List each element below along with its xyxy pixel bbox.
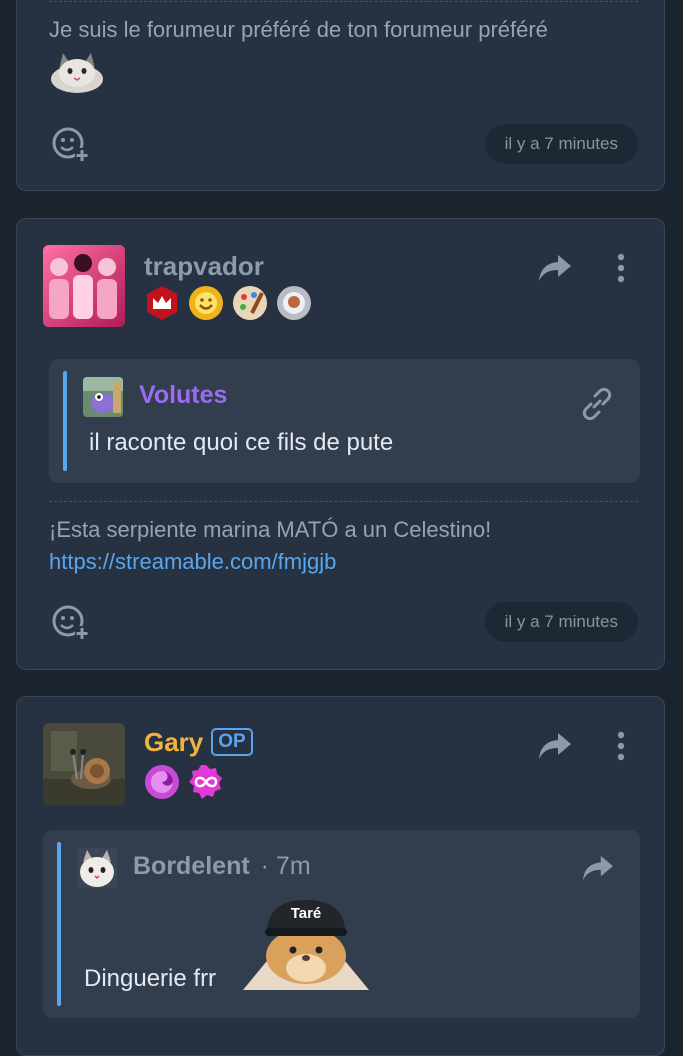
post-card-2: trapvador Volutes il raconte quoi ce fil…	[16, 218, 665, 670]
quote-bar	[63, 371, 67, 471]
quote-text: il raconte quoi ce fils de pute	[89, 429, 394, 456]
user-badges	[144, 285, 312, 321]
cat-sticker	[49, 47, 105, 93]
quote-avatar[interactable]	[77, 848, 117, 888]
avatar[interactable]	[43, 723, 125, 805]
share-icon[interactable]	[538, 253, 572, 283]
post-text: ¡Esta serpiente marina MATÓ a un Celesti…	[49, 517, 492, 542]
quote-avatar[interactable]	[83, 377, 123, 417]
artist-badge-icon[interactable]	[232, 285, 268, 321]
post-text: Je suis le forumeur préféré de ton forum…	[49, 17, 548, 42]
quote-bar	[57, 842, 61, 1006]
tare-cat-sticker: Taré	[243, 896, 369, 990]
infinity-badge-icon[interactable]	[188, 764, 224, 800]
quoted-message[interactable]: Bordelent · 7m Dinguerie frr Taré	[43, 830, 640, 1018]
add-reaction-icon[interactable]	[51, 126, 89, 162]
username[interactable]: trapvador	[144, 251, 264, 282]
share-icon[interactable]	[538, 731, 572, 761]
username-text[interactable]: Gary	[144, 727, 203, 757]
quoted-message[interactable]: Volutes il raconte quoi ce fils de pute	[49, 359, 640, 483]
crown-badge-icon[interactable]	[144, 285, 180, 321]
add-reaction-icon[interactable]	[51, 604, 89, 640]
quote-author[interactable]: Bordelent	[133, 852, 250, 880]
quote-time: · 7m	[260, 852, 311, 880]
op-badge: OP	[211, 728, 253, 756]
more-vertical-icon[interactable]	[616, 731, 626, 761]
share-icon[interactable]	[582, 854, 614, 882]
post-timestamp[interactable]: il y a 7 minutes	[484, 124, 638, 164]
divider	[49, 1, 638, 2]
candy-badge-icon[interactable]	[144, 764, 180, 800]
quote-author[interactable]: Volutes	[139, 381, 227, 410]
post-timestamp[interactable]: il y a 7 minutes	[484, 602, 638, 642]
astronaut-badge-icon[interactable]	[276, 285, 312, 321]
user-badges	[144, 764, 224, 800]
link-icon[interactable]	[580, 387, 614, 421]
avatar[interactable]	[43, 245, 125, 327]
username[interactable]: Gary OP	[144, 727, 253, 758]
divider	[49, 501, 638, 502]
quote-text: Dinguerie frr	[84, 965, 217, 992]
post-card-3: Gary OP Bordelent · 7m Dinguerie frr Tar…	[16, 696, 665, 1056]
quote-author-line: Bordelent · 7m	[133, 852, 311, 881]
sticker-label: Taré	[290, 905, 322, 922]
post-card-1: Je suis le forumeur préféré de ton forum…	[16, 0, 665, 191]
more-vertical-icon[interactable]	[616, 253, 626, 283]
post-link[interactable]: https://streamable.com/fmjgjb	[49, 549, 336, 575]
happy-badge-icon[interactable]	[188, 285, 224, 321]
